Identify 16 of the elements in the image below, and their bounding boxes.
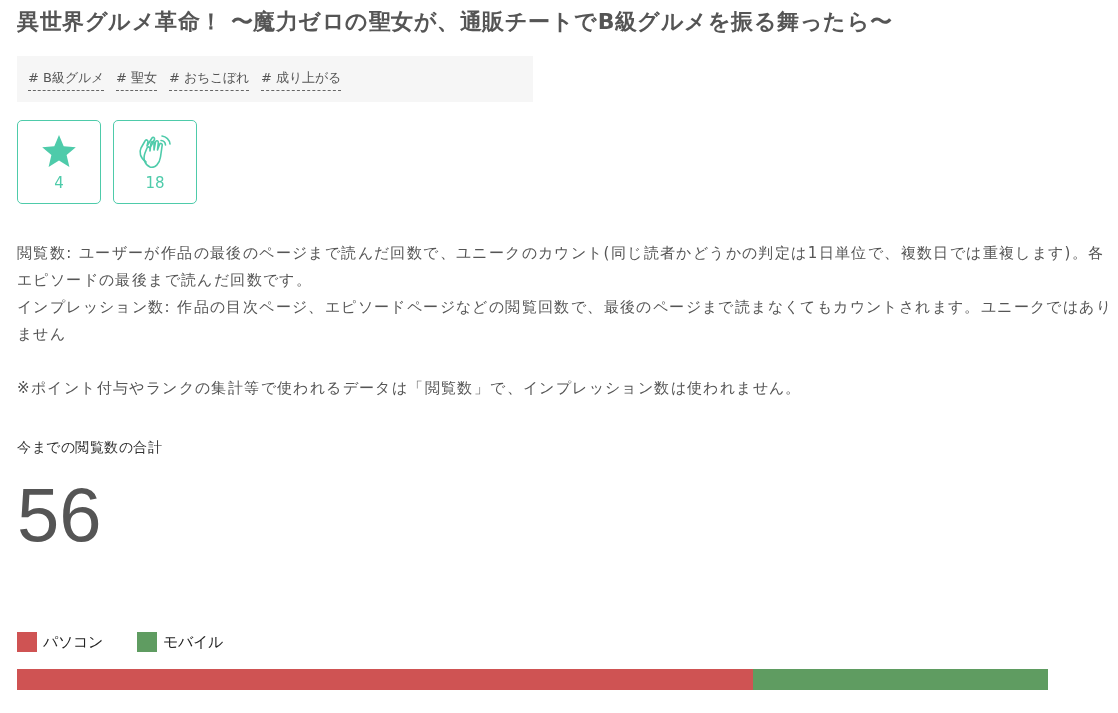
legend-label: パソコン — [43, 632, 103, 652]
star-icon — [42, 134, 76, 168]
tag-link[interactable]: # 成り上がる — [261, 69, 342, 91]
tag-link[interactable]: # 聖女 — [115, 69, 157, 91]
reaction-count: 4 — [54, 173, 64, 192]
legend-label: モバイル — [163, 632, 223, 652]
total-value: 56 — [17, 475, 103, 555]
reaction-count: 18 — [145, 173, 165, 192]
tag-link[interactable]: # B級グルメ — [28, 69, 104, 91]
tag-link[interactable]: # おちこぼれ — [169, 69, 249, 91]
explanation-text: 閲覧数: ユーザーが作品の最後のページまで読んだ回数で、ユニークのカウント(同じ読者かどうかの判定は1日単位で、複数日では重複します)。各エピソードの最後まで読んだ回数です。 — [17, 243, 1106, 291]
footnote-text: ※ポイント付与やランクの集計等で使われるデータは「閲覧数」で、インプレッション数は使われません。 — [17, 378, 803, 399]
total-label: 今までの閲覧数の合計 — [17, 438, 163, 457]
clapping-hands-icon — [138, 134, 172, 168]
explanation-text: インプレッション数: 作品の目次ページ、エピソードページなどの閲覧回数で、最後のページまで読まなくてもカウントされます。ユニークではありません — [17, 297, 1114, 345]
page-title: 異世界グルメ革命！ 〜魔力ゼロの聖女が、通販チートでB級グルメを振る舞ったら〜 — [17, 9, 894, 35]
